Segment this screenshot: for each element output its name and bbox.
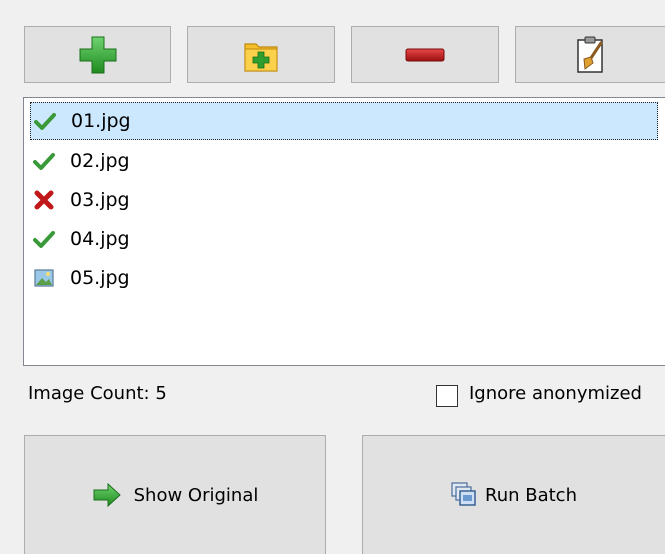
error-x-icon — [32, 188, 56, 212]
ignore-anonymized-label[interactable]: Ignore anonymized — [469, 383, 642, 404]
list-item[interactable]: 01.jpg — [30, 102, 658, 140]
check-icon — [32, 149, 56, 173]
minus-icon — [405, 48, 445, 61]
show-original-label: Show Original — [133, 484, 259, 506]
image-icon — [32, 266, 56, 290]
file-name: 03.jpg — [70, 189, 130, 211]
ignore-anonymized-checkbox[interactable] — [436, 385, 458, 407]
show-original-button[interactable]: Show Original — [24, 435, 326, 554]
clipboard-broom-icon — [576, 36, 603, 73]
check-icon — [32, 227, 56, 251]
list-item[interactable]: 05.jpg — [30, 259, 658, 297]
add-folder-button[interactable] — [187, 26, 335, 83]
file-name: 01.jpg — [71, 110, 131, 132]
file-name: 02.jpg — [70, 150, 130, 172]
file-name: 05.jpg — [70, 267, 130, 289]
file-list[interactable]: 01.jpg 02.jpg 03.jpg 04.jpg 05.jpg — [23, 97, 665, 366]
remove-file-button[interactable] — [351, 26, 499, 83]
list-item[interactable]: 04.jpg — [30, 220, 658, 258]
list-item[interactable]: 02.jpg — [30, 142, 658, 180]
batch-icon — [451, 482, 477, 508]
file-name: 04.jpg — [70, 228, 130, 250]
run-batch-button[interactable]: Run Batch — [362, 435, 665, 554]
check-icon — [33, 109, 57, 133]
folder-add-icon — [244, 42, 278, 72]
run-batch-label: Run Batch — [485, 484, 577, 506]
arrow-right-icon — [92, 483, 122, 507]
add-files-button[interactable] — [24, 26, 171, 83]
plus-icon — [79, 36, 116, 73]
clear-list-button[interactable] — [515, 26, 665, 83]
image-count-label: Image Count: 5 — [28, 383, 167, 404]
list-item[interactable]: 03.jpg — [30, 181, 658, 219]
